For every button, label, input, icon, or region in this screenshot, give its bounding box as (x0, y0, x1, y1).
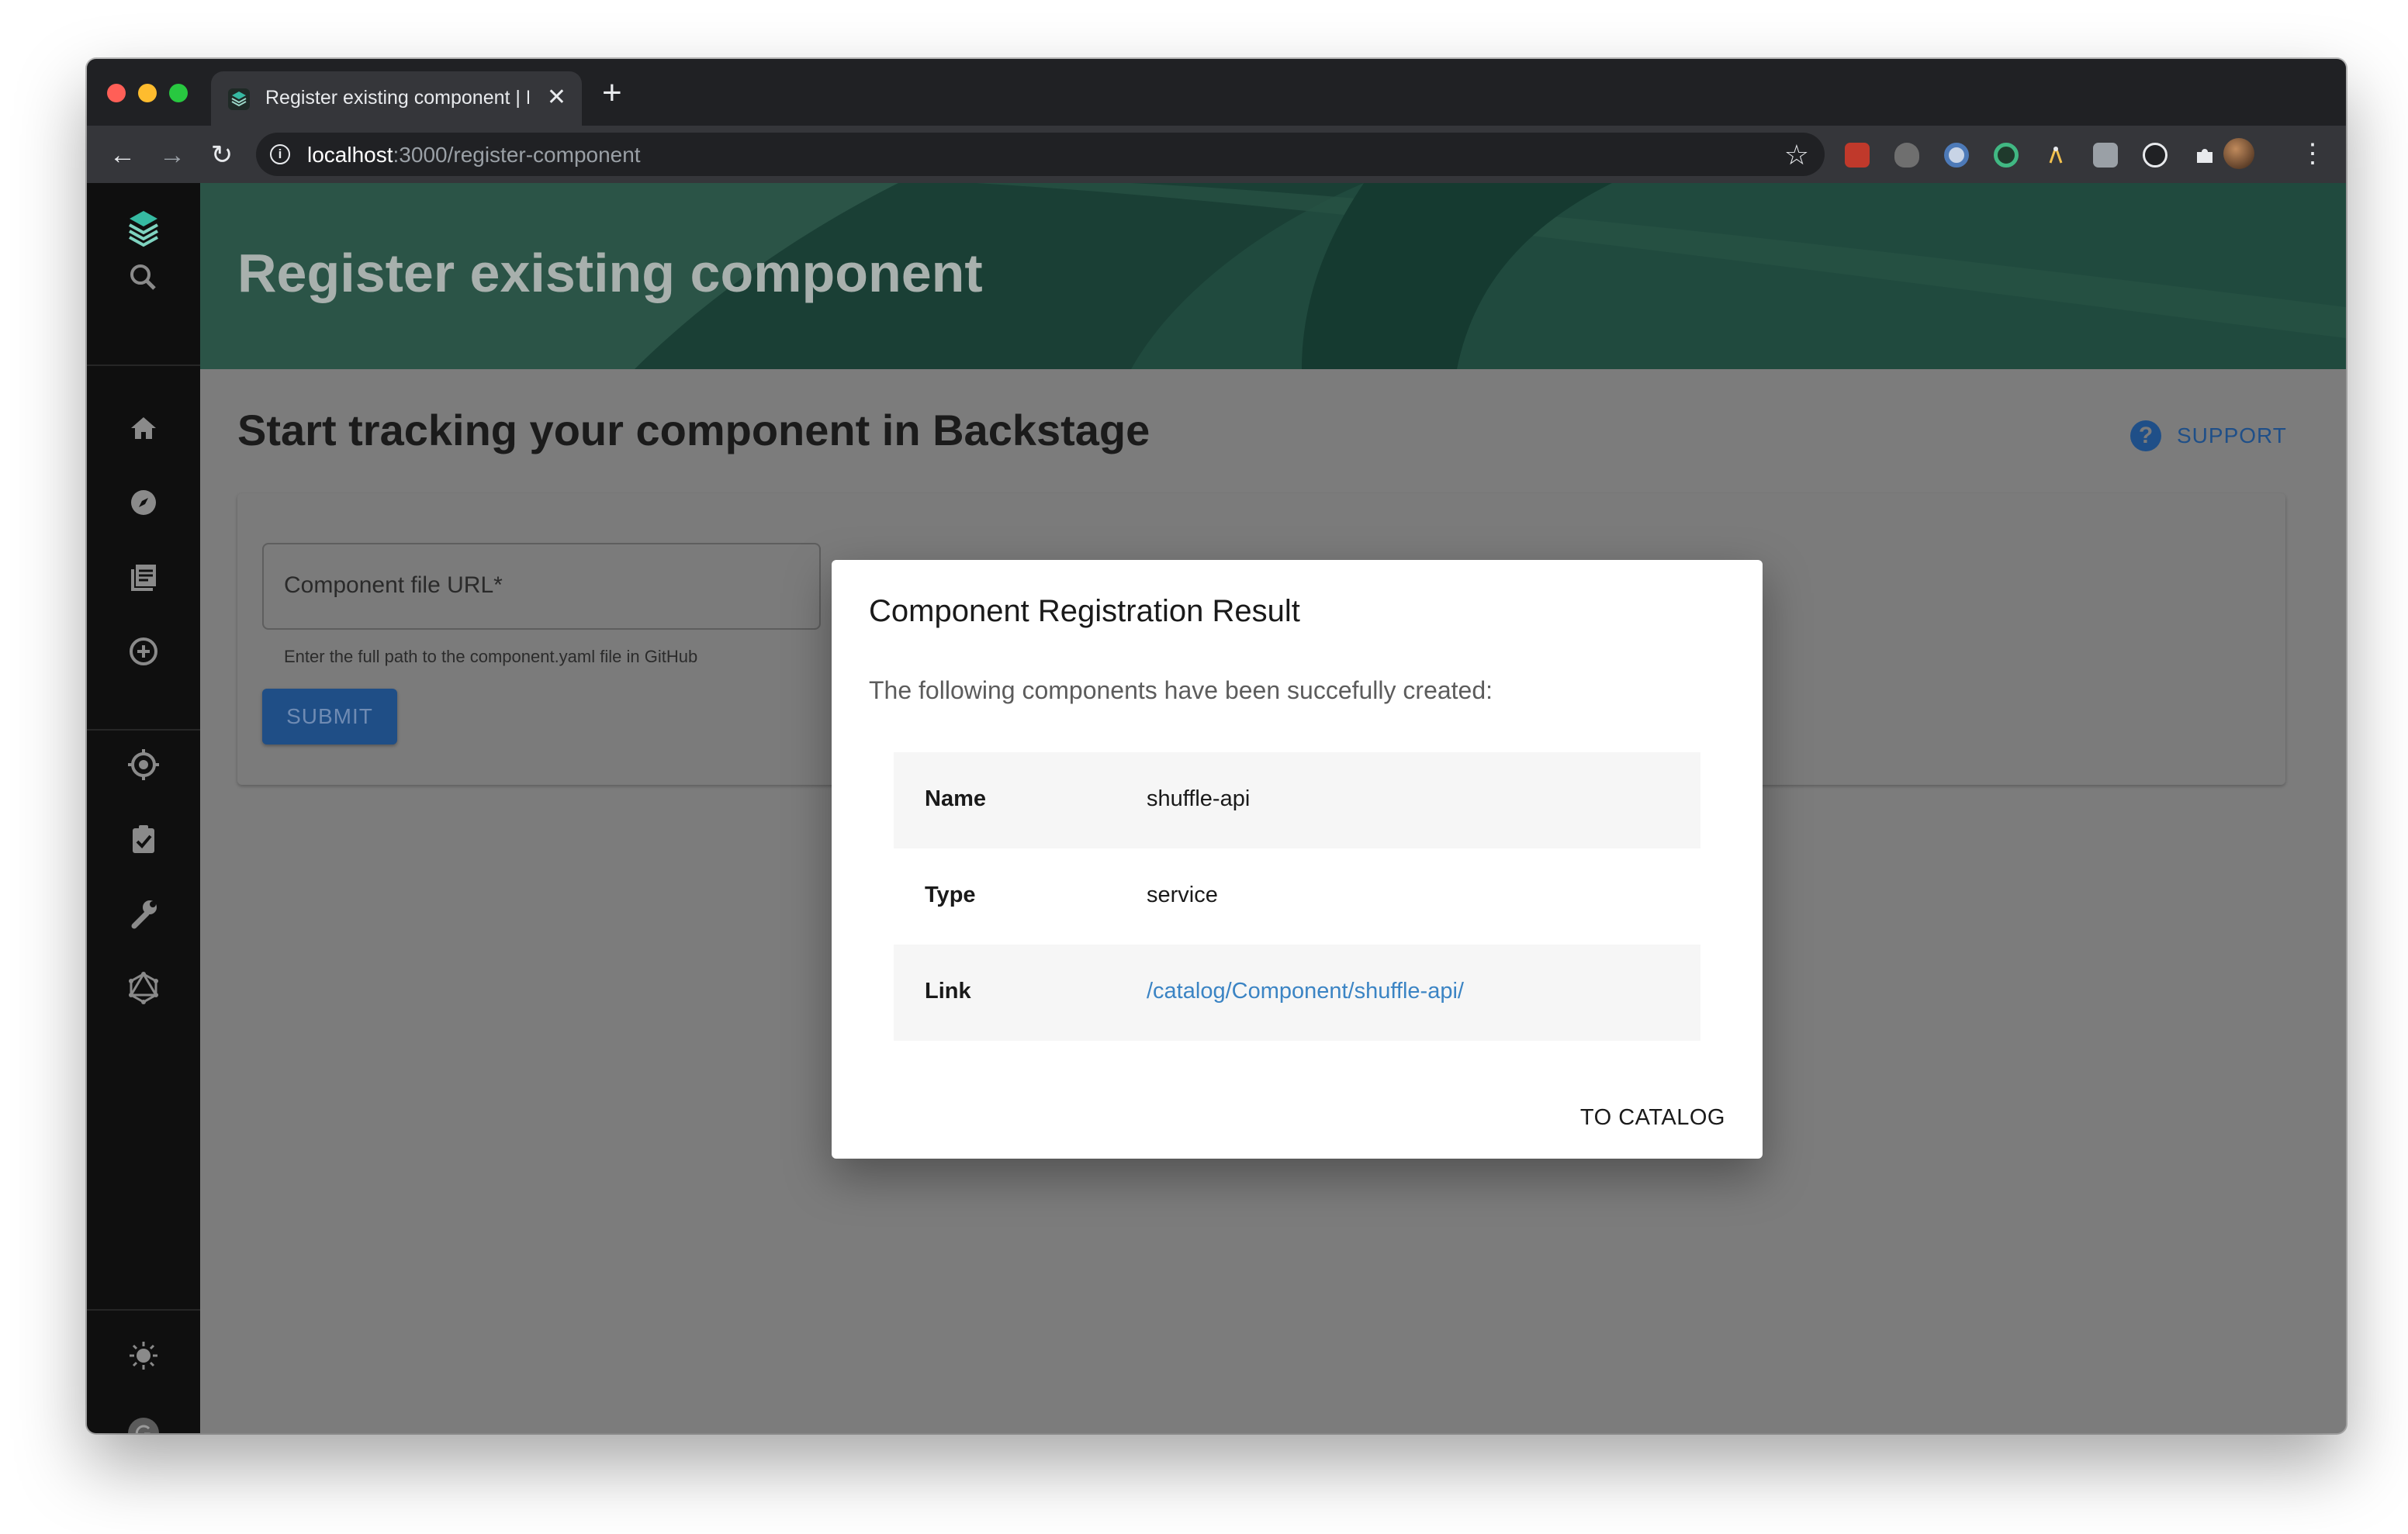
extension-1-icon[interactable] (1845, 143, 1870, 168)
create-icon[interactable] (123, 631, 164, 672)
sidebar-divider (87, 1309, 200, 1311)
dialog-text: The following components have been succe… (869, 676, 1493, 704)
content-title: Start tracking your component in Backsta… (237, 406, 1150, 454)
url-path: :3000/register-component (393, 143, 641, 167)
browser-window: Register existing component | Backstage … (87, 59, 2346, 1433)
table-row: Type service (894, 848, 1700, 945)
address-bar[interactable]: i localhost:3000/register-component ☆ (256, 133, 1825, 176)
browser-toolbar: ← → ↻ i localhost:3000/register-componen… (87, 126, 2346, 183)
table-row: Link /catalog/Component/shuffle-api/ (894, 945, 1700, 1041)
row-key: Link (925, 979, 971, 1004)
row-key: Name (925, 786, 986, 811)
backstage-favicon-icon (228, 88, 250, 110)
zoom-window-button[interactable] (169, 84, 188, 102)
extension-4-icon[interactable] (1994, 143, 2019, 168)
support-label: SUPPORT (2177, 423, 2287, 447)
graphql-icon[interactable] (123, 968, 164, 1008)
explore-icon[interactable] (123, 482, 164, 523)
browser-tab[interactable]: Register existing component | Backstage … (211, 71, 582, 126)
reload-icon[interactable]: ↻ (206, 140, 237, 171)
browser-menu-icon[interactable]: ⋮ (2299, 136, 2326, 171)
user-avatar-icon[interactable] (123, 1413, 164, 1433)
page-header: Register existing component (200, 183, 2346, 369)
help-icon: ? (2130, 420, 2161, 451)
component-url-helper-text: Enter the full path to the component.yam… (284, 647, 698, 666)
to-catalog-button[interactable]: TO CATALOG (1580, 1105, 1725, 1131)
docs-icon[interactable] (123, 557, 164, 597)
component-link[interactable]: /catalog/Component/shuffle-api/ (1147, 979, 1464, 1004)
page-title: Register existing component (237, 243, 983, 303)
theme-sun-icon[interactable] (123, 1335, 164, 1376)
back-arrow-icon[interactable]: ← (107, 140, 138, 171)
extensions-puzzle-icon[interactable] (2192, 143, 2217, 168)
backstage-logo-icon[interactable] (123, 206, 164, 247)
home-icon[interactable] (123, 408, 164, 448)
dialog-title: Component Registration Result (869, 594, 1300, 628)
search-icon[interactable] (123, 257, 164, 298)
extension-2-icon[interactable] (1894, 143, 1919, 168)
close-window-button[interactable] (107, 84, 126, 102)
table-row: Name shuffle-api (894, 752, 1700, 848)
sidebar-divider (87, 364, 200, 366)
submit-button[interactable]: SUBMIT (262, 689, 397, 745)
component-url-label: Component file URL* (284, 572, 503, 598)
tab-strip: Register existing component | Backstage … (87, 59, 2346, 126)
row-key: Type (925, 883, 976, 907)
minimize-window-button[interactable] (138, 84, 157, 102)
extension-5-icon[interactable] (2043, 143, 2068, 168)
close-tab-icon[interactable]: ✕ (547, 82, 566, 113)
component-url-field[interactable]: Component file URL* (262, 543, 821, 630)
row-value: service (1147, 883, 1218, 907)
new-tab-button[interactable]: + (602, 74, 622, 112)
sidebar-divider (87, 729, 200, 731)
sidebar (87, 183, 200, 1433)
site-info-icon[interactable]: i (270, 144, 290, 164)
extension-3-icon[interactable] (1944, 143, 1969, 168)
address-url: localhost:3000/register-component (307, 143, 641, 168)
tech-radar-icon[interactable] (123, 745, 164, 785)
url-host: localhost (307, 143, 393, 167)
extension-7-icon[interactable] (2143, 143, 2168, 168)
bookmark-star-icon[interactable]: ☆ (1784, 139, 1809, 171)
tasks-icon[interactable] (123, 819, 164, 859)
result-table: Name shuffle-api Type service Link /cata… (894, 752, 1700, 1041)
profile-avatar[interactable] (2223, 138, 2254, 169)
forward-arrow-icon[interactable]: → (157, 140, 188, 171)
tab-title: Register existing component | Backstage (265, 87, 529, 109)
registration-result-dialog: Component Registration Result The follow… (832, 560, 1763, 1159)
extension-6-icon[interactable] (2093, 143, 2118, 168)
row-value: shuffle-api (1147, 786, 1251, 811)
tools-icon[interactable] (123, 893, 164, 934)
